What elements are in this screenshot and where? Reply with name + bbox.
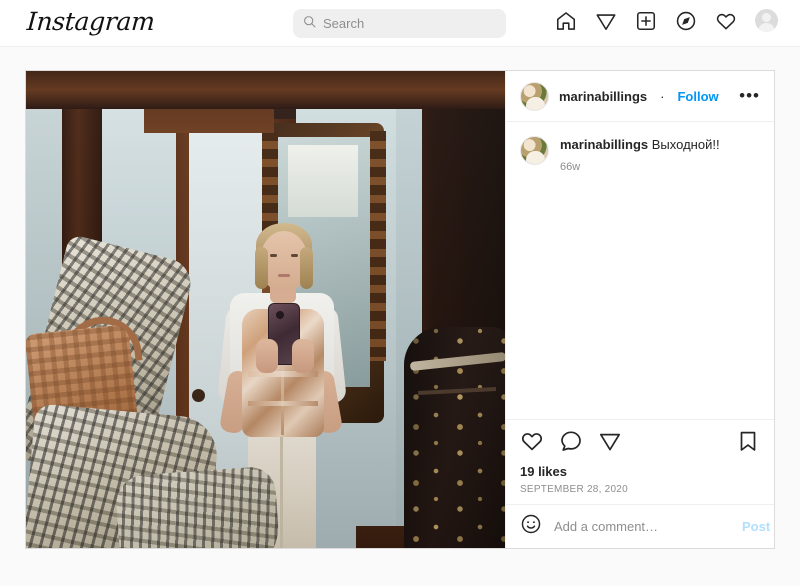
post-date: SEPTEMBER 28, 2020 (520, 484, 628, 495)
compass-icon[interactable] (675, 10, 697, 32)
post-card: marinabillings · Follow ••• marinabillin… (25, 70, 775, 549)
share-icon[interactable] (598, 429, 622, 458)
profile-avatar-icon[interactable] (755, 9, 778, 32)
photo-color-grade (26, 71, 505, 548)
post-author-avatar[interactable] (520, 81, 549, 111)
post-actions-bar: 19 likes SEPTEMBER 28, 2020 (506, 419, 774, 504)
instagram-logo[interactable]: Instagram (26, 7, 156, 36)
caption-username[interactable]: marinabillings (560, 137, 648, 152)
like-icon[interactable] (520, 429, 544, 458)
caption-content: Выходной!! (651, 137, 720, 152)
post-header: marinabillings · Follow ••• (506, 71, 774, 122)
bookmark-icon[interactable] (736, 429, 760, 458)
emoji-icon[interactable] (520, 513, 542, 540)
add-comment-bar: Post (506, 504, 774, 548)
search-icon (303, 15, 316, 33)
caption-text: marinabillings Выходной!! (560, 136, 760, 153)
comment-input[interactable] (554, 519, 730, 534)
follow-button[interactable]: Follow (677, 89, 718, 104)
caption-body: marinabillings Выходной!! 66w (560, 136, 760, 173)
post-sidebar: marinabillings · Follow ••• marinabillin… (505, 71, 774, 548)
search-input[interactable]: Search (293, 9, 506, 38)
search-placeholder-text: Search (323, 16, 365, 31)
caption-row: marinabillings Выходной!! 66w (520, 136, 760, 173)
paper-plane-icon[interactable] (595, 10, 617, 32)
nav-icon-group (555, 9, 778, 32)
post-options-button[interactable]: ••• (739, 87, 760, 104)
top-navbar: Instagram Search (0, 0, 800, 47)
likes-count[interactable]: 19 likes (520, 464, 760, 479)
heart-icon[interactable] (715, 10, 737, 32)
home-icon[interactable] (555, 10, 577, 32)
action-icon-group (520, 430, 760, 456)
post-author-username[interactable]: marinabillings (559, 89, 647, 104)
comment-icon[interactable] (559, 429, 583, 458)
post-comment-button[interactable]: Post (742, 519, 770, 534)
comments-list: marinabillings Выходной!! 66w (506, 122, 774, 419)
caption-timestamp: 66w (560, 161, 581, 173)
username-separator: · (660, 88, 665, 104)
post-image[interactable] (26, 71, 505, 548)
caption-author-avatar[interactable] (520, 136, 549, 165)
plus-square-icon[interactable] (635, 10, 657, 32)
